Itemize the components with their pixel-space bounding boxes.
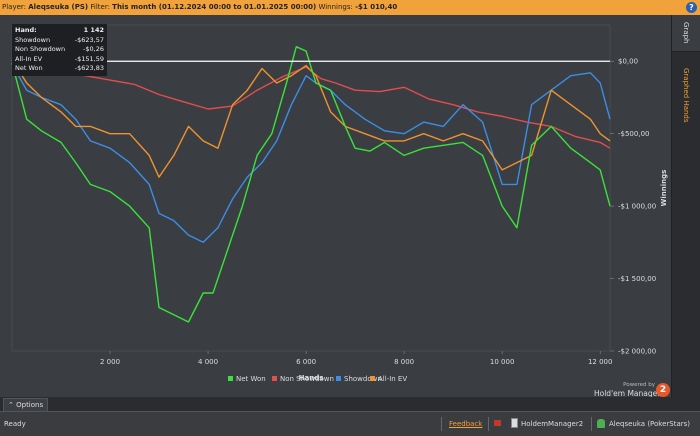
legend-label: Net Won [236, 375, 266, 383]
legend-swatch [228, 376, 233, 381]
view-sidebar: Graph Graphed Hands [671, 15, 700, 397]
tab-graph[interactable]: Graph [672, 15, 700, 52]
stats-row-hand: Hand: 1 142 [15, 26, 104, 34]
account-name[interactable]: Aleqseuka (PokerStars) [609, 420, 690, 428]
legend-label: All-In EV [378, 375, 407, 383]
player-value[interactable]: Aleqseuka (PS) [28, 3, 88, 11]
legend-label: Non Showdown [280, 375, 334, 383]
options-bar: ⌃ Options [0, 397, 700, 412]
options-button[interactable]: ⌃ Options [3, 398, 49, 412]
legend-swatch [336, 376, 341, 381]
help-icon[interactable]: ? [686, 2, 697, 13]
y-tick-label: -$500,00 [618, 130, 649, 138]
legend-swatch [272, 376, 277, 381]
stats-row-non-showdown: Non Showdown -$0,26 [15, 45, 104, 54]
filter-label: Filter: [90, 3, 110, 11]
flag-icon[interactable] [494, 420, 501, 426]
y-tick-label: $0,00 [618, 58, 638, 66]
y-tick-label: -$2 000,00 [618, 348, 656, 356]
feedback-link[interactable]: Feedback [449, 420, 482, 428]
x-tick-label: 6 000 [296, 358, 316, 366]
user-icon [597, 419, 605, 428]
filter-header-bar: Player: Aleqseuka (PS) Filter: This mont… [0, 0, 700, 15]
stats-row-allin-ev: All-In EV -$151,59 [15, 54, 104, 63]
stats-row-showdown: Showdown -$623,57 [15, 35, 104, 44]
winnings-value: -$1 010,40 [355, 3, 398, 11]
x-tick-label: 10 000 [490, 358, 515, 366]
status-divider [488, 417, 489, 431]
powered-by-label: Powered by [623, 382, 655, 388]
status-divider [591, 417, 592, 431]
x-tick-label: 4 000 [198, 358, 218, 366]
x-tick-label: 8 000 [394, 358, 414, 366]
stats-row-net-won: Net Won -$623,83 [15, 64, 104, 73]
status-ready: Ready [4, 420, 26, 428]
chevron-up-icon: ⌃ [8, 401, 14, 409]
winnings-label: Winnings: [318, 3, 353, 11]
player-label: Player: [2, 3, 27, 11]
y-axis-label: Winnings [660, 170, 668, 207]
y-tick-label: -$1 000,00 [618, 203, 656, 211]
legend-label: Showdown [344, 375, 382, 383]
legend-swatch [370, 376, 375, 381]
x-tick-label: 12 000 [588, 358, 613, 366]
hover-stats-box: Hand: 1 142 Showdown -$623,57 Non Showdo… [12, 24, 107, 76]
hem-badge-icon: 2 [656, 383, 670, 397]
tab-graphed-hands[interactable]: Graphed Hands [672, 53, 700, 137]
status-bar: Ready Feedback HoldemManager2 Aleqseuka … [0, 411, 700, 436]
x-tick-label: 2 000 [100, 358, 120, 366]
y-tick-label: -$1 500,00 [618, 275, 656, 283]
options-label: Options [16, 401, 44, 409]
filter-value[interactable]: This month (01.12.2024 00:00 to 01.01.20… [112, 3, 316, 11]
hm2-app-icon [511, 418, 518, 428]
app-name[interactable]: HoldemManager2 [521, 420, 583, 428]
status-divider [441, 417, 442, 431]
